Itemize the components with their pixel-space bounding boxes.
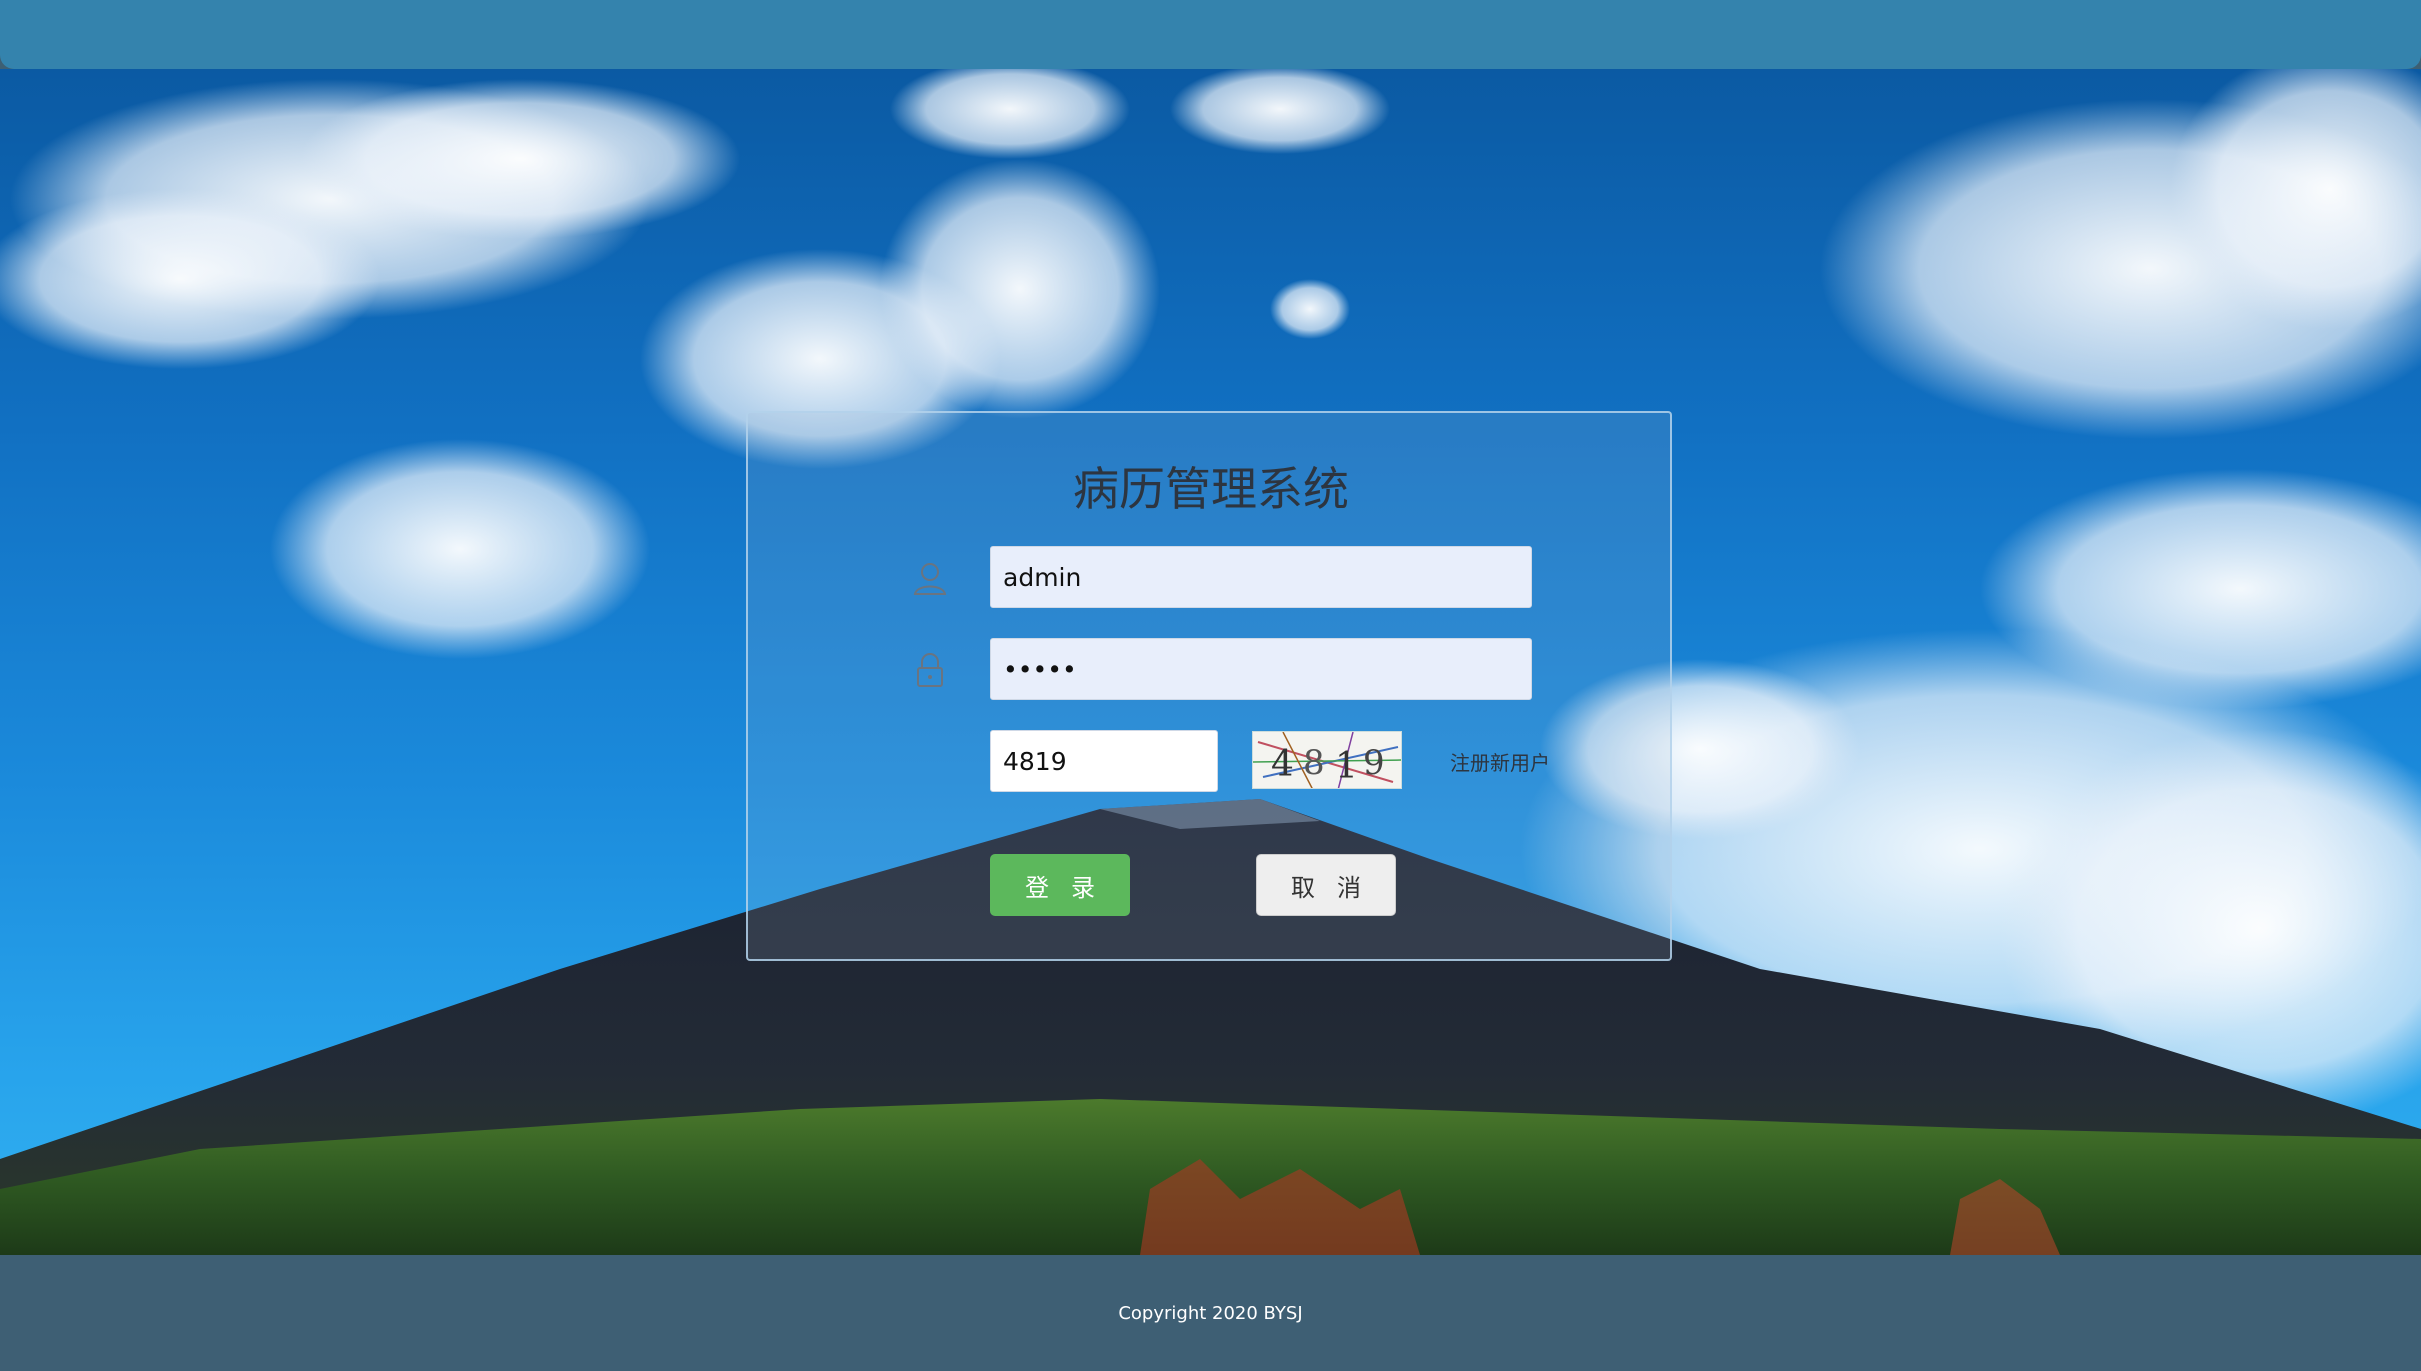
copyright-text: Copyright 2020 BYSJ [1118,1302,1303,1324]
page-title: 病历管理系统 [1073,462,1349,516]
user-icon [910,558,950,598]
captcha-input[interactable]: 4819 [990,730,1218,792]
captcha-input-value: 4819 [1003,746,1067,776]
captcha-image[interactable]: 4 8 1 9 [1252,731,1402,789]
register-link[interactable]: 注册新用户 [1450,747,1550,776]
svg-text:9: 9 [1363,743,1385,783]
password-value: ••••• [1003,654,1077,684]
top-bar [0,0,2421,69]
username-value: admin [1003,562,1082,592]
svg-text:4: 4 [1271,744,1294,785]
login-panel: 病历管理系统 admin ••••• 4819 4 8 1 9 注册新用户 登录… [746,411,1672,961]
password-field[interactable]: ••••• [990,638,1532,700]
svg-text:1: 1 [1335,746,1358,787]
username-field[interactable]: admin [990,546,1532,608]
svg-text:8: 8 [1303,743,1325,783]
footer: Copyright 2020 BYSJ [0,1255,2421,1371]
cancel-button[interactable]: 取消 [1256,854,1396,916]
login-button[interactable]: 登录 [990,854,1130,916]
lock-icon [910,650,950,690]
